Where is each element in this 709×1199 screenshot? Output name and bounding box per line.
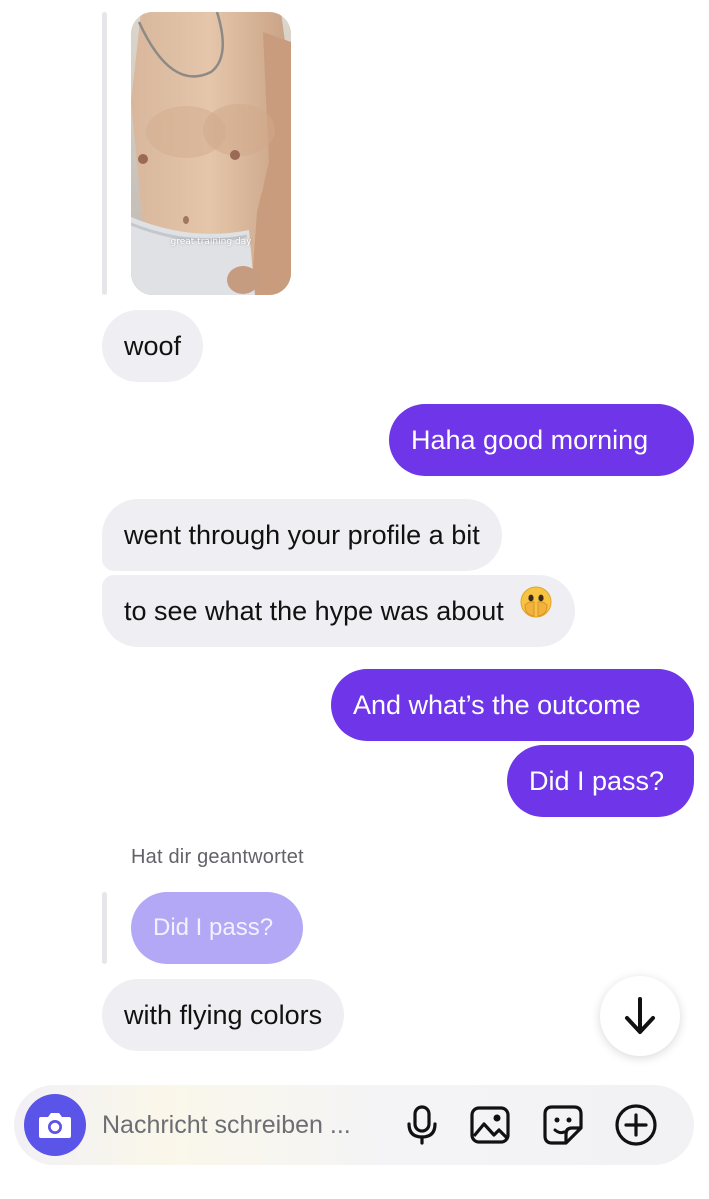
message-incoming[interactable]: woof — [102, 310, 204, 382]
arrow-down-icon — [625, 997, 655, 1034]
reply-label: Hat dir geantwortet — [131, 846, 304, 868]
message-input[interactable]: Nachricht schreiben ... — [102, 1085, 392, 1165]
message-composer: Nachricht schreiben ... — [14, 1085, 694, 1165]
message-text: And what’s the outcome — [353, 690, 641, 720]
message-text: went through your profile a bit — [124, 520, 480, 550]
quoted-message[interactable]: Did I pass? — [131, 892, 303, 964]
camera-button[interactable] — [24, 1094, 86, 1156]
gallery-icon — [470, 1106, 510, 1144]
image-caption: great training day — [170, 237, 252, 247]
sticker-icon — [543, 1105, 583, 1145]
quoted-text: Did I pass? — [153, 914, 274, 941]
shared-post-image[interactable]: great training day — [131, 12, 291, 295]
shirtless-photo — [131, 12, 291, 295]
message-text: Did I pass? — [529, 766, 665, 796]
sticker-button[interactable] — [541, 1103, 585, 1147]
scroll-to-bottom-button[interactable] — [600, 976, 680, 1056]
plus-icon — [615, 1104, 657, 1146]
message-outgoing[interactable]: Haha good morning — [389, 404, 694, 476]
message-text: Haha good morning — [411, 425, 649, 455]
chat-screen: great training day woof Haha good mornin… — [0, 0, 709, 1199]
plus-button[interactable] — [614, 1103, 658, 1147]
message-incoming[interactable]: with flying colors — [102, 979, 345, 1051]
microphone-icon — [407, 1105, 437, 1145]
message-outgoing[interactable]: And what’s the outcome — [331, 669, 694, 741]
shared-post-bar — [102, 12, 107, 295]
message-text: to see what the hype was about — [124, 596, 504, 626]
message-incoming[interactable]: to see what the hype was about — [102, 574, 576, 647]
message-outgoing[interactable]: Did I pass? — [507, 745, 694, 817]
microphone-button[interactable] — [400, 1103, 444, 1147]
camera-icon — [39, 1113, 71, 1138]
face-with-hand-over-mouth-emoji — [519, 574, 553, 646]
gallery-button[interactable] — [468, 1103, 512, 1147]
message-text: woof — [124, 331, 182, 361]
message-text: with flying colors — [124, 1000, 323, 1030]
quote-bar — [102, 892, 107, 964]
message-incoming[interactable]: went through your profile a bit — [102, 499, 502, 571]
